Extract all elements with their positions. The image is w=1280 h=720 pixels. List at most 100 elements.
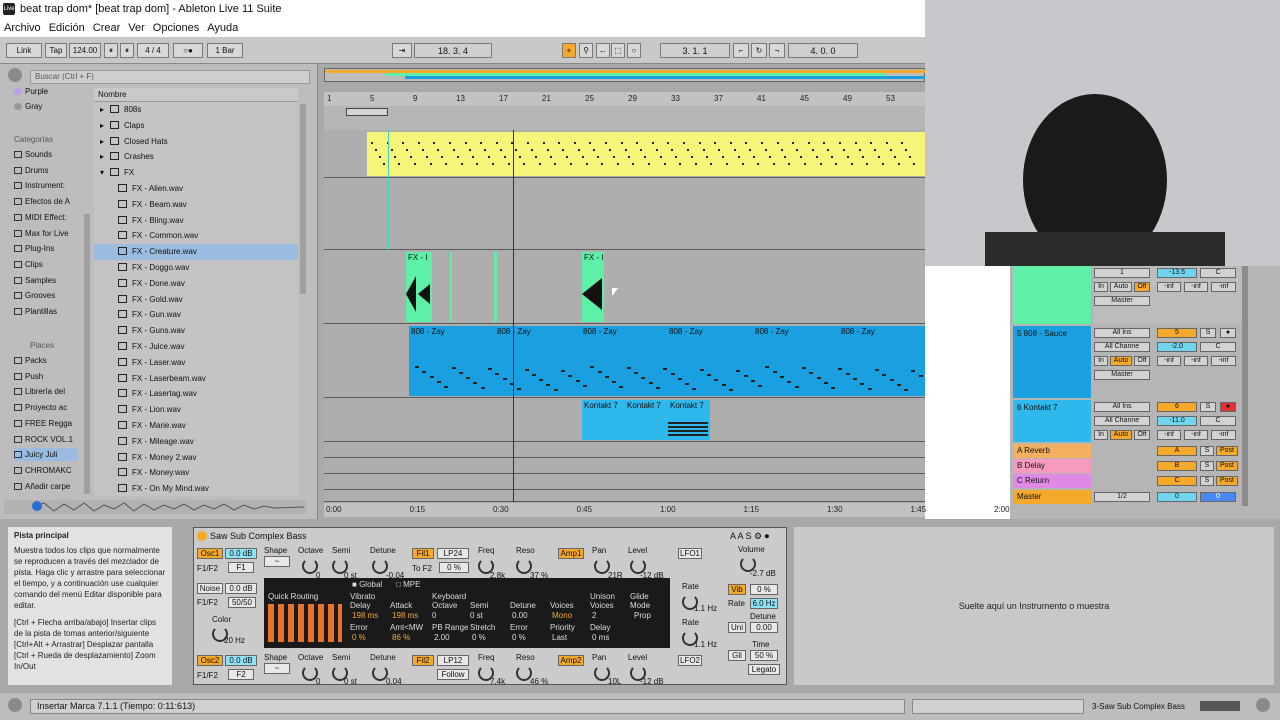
browser-item[interactable]: ▸ Crashes <box>94 149 298 165</box>
browser-item[interactable]: FX - Bling.wav <box>94 213 298 229</box>
place-4[interactable]: FREE Regga <box>14 417 78 430</box>
browser-item[interactable]: FX - Money.wav <box>94 465 298 481</box>
fx-monitor-off[interactable]: Off <box>1134 282 1150 292</box>
return-a-solo[interactable]: S <box>1200 446 1214 456</box>
browser-item[interactable]: FX - Money 2.wav <box>94 450 298 466</box>
return-b-name[interactable]: B Delay <box>1013 459 1091 473</box>
category-7[interactable]: Clips <box>14 258 78 271</box>
return-b-solo[interactable]: S <box>1200 461 1214 471</box>
category-10[interactable]: Plantillas <box>14 305 78 318</box>
osc1-toggle[interactable]: Osc1 <box>197 548 223 559</box>
lfo1-toggle[interactable]: LFO1 <box>678 548 702 559</box>
noise-gain[interactable]: 0.0 dB <box>225 583 257 594</box>
menu-opciones[interactable]: Opciones <box>153 19 199 37</box>
browser-item[interactable]: ▸ 808s <box>94 102 298 118</box>
return-c-name[interactable]: C Return <box>1013 474 1091 488</box>
lfo2-toggle[interactable]: LFO2 <box>678 655 702 666</box>
time-ruler[interactable]: 0:00 0:15 0:30 0:45 1:00 1:15 1:30 1:45 2:00 <box>324 503 1010 517</box>
bass-clip[interactable]: 808 - Zay 808 - Zay 808 - Zay 808 - Zay 808 … <box>409 326 925 396</box>
master-track-name[interactable]: Master <box>1013 490 1091 504</box>
browser-item[interactable]: FX - Lasertag.wav <box>94 386 298 402</box>
lane-fx[interactable]: FX - I FX - I <box>324 250 925 324</box>
time-signature-field[interactable]: 4 / 4 <box>137 43 169 58</box>
category-3[interactable]: Efectos de A <box>14 195 78 208</box>
quantize-menu[interactable]: 1 Bar <box>207 43 243 58</box>
vibrato-attack[interactable]: 198 ms <box>392 611 418 620</box>
track-6-monitor-in[interactable]: In <box>1094 430 1108 440</box>
lane-return-a[interactable] <box>324 442 925 458</box>
track-6-activator[interactable]: 6 <box>1157 402 1197 412</box>
lane-kontakt[interactable]: Kontakt 7 Kontakt 7 Kontakt 7 <box>324 398 925 442</box>
browser-item[interactable]: ▸ Closed Hats <box>94 134 298 150</box>
pb-range[interactable]: 2.00 <box>434 633 450 642</box>
loop-brace-lane[interactable] <box>324 106 925 130</box>
track-5-name[interactable]: 5 808 - Sauce <box>1013 326 1091 342</box>
track-5-monitor-in[interactable]: In <box>1094 356 1108 366</box>
menu-crear[interactable]: Crear <box>93 19 121 37</box>
capture-icon[interactable]: ⬚ <box>611 43 625 58</box>
browser-item[interactable]: FX - Guns.wav <box>94 323 298 339</box>
fx-track-route-select[interactable]: 1 <box>1094 268 1150 278</box>
vibrato-delay[interactable]: 198 ms <box>352 611 378 620</box>
browser-item[interactable]: FX - Mileage.wav <box>94 434 298 450</box>
amp1-toggle[interactable]: Amp1 <box>558 548 584 559</box>
chevron-right-icon[interactable]: ▸ <box>100 102 110 117</box>
tempo-field[interactable]: 124.00 <box>69 43 101 58</box>
device-on-icon[interactable] <box>197 531 207 541</box>
place-8[interactable]: Añadir carpe <box>14 480 78 493</box>
menu-ayuda[interactable]: Ayuda <box>207 19 238 37</box>
unison-voices[interactable]: 2 <box>592 611 596 620</box>
browser-item[interactable]: FX - Lion.wav <box>94 402 298 418</box>
menu-edicion[interactable]: Edición <box>49 19 85 37</box>
color-tag-purple[interactable]: Purple <box>14 85 78 98</box>
browser-item[interactable]: FX - Gun.wav <box>94 307 298 323</box>
category-5[interactable]: Max for Live <box>14 227 78 240</box>
master-route[interactable]: 1/2 <box>1094 492 1150 502</box>
track-5-input[interactable]: All Ins <box>1094 328 1150 338</box>
loop-length-field[interactable]: 4. 0. 0 <box>788 43 858 58</box>
global-tab[interactable]: ■ Global <box>352 580 382 589</box>
fil1-type[interactable]: LP24 <box>437 548 469 559</box>
sidebar-scrollbar[interactable] <box>84 214 90 494</box>
browser-item[interactable]: ▾ FX <box>94 165 298 181</box>
kb-detune[interactable]: 0.00 <box>512 611 528 620</box>
kb-semi[interactable]: 0 st <box>470 611 483 620</box>
return-c-activator[interactable]: C <box>1157 476 1197 486</box>
priority-select[interactable]: Last <box>552 633 567 642</box>
uni-toggle[interactable]: Uni <box>728 622 746 633</box>
unison-delay[interactable]: 0 ms <box>592 633 609 642</box>
lane-empty[interactable] <box>324 178 925 250</box>
fx-monitor-in[interactable]: In <box>1094 282 1108 292</box>
category-8[interactable]: Samples <box>14 274 78 287</box>
browser-item[interactable]: FX - Laser.wav <box>94 355 298 371</box>
metronome-button[interactable]: ○● <box>173 43 203 58</box>
automation-arm-icon[interactable]: ⚲ <box>579 43 593 58</box>
loop-switch-icon[interactable]: ↻ <box>751 43 767 58</box>
quick-routing-matrix[interactable] <box>268 604 342 642</box>
detail-toggle-icon[interactable] <box>1256 698 1270 712</box>
uni-detune[interactable]: 0.00 <box>750 622 778 633</box>
loop-start-field[interactable]: 3. 1. 1 <box>660 43 730 58</box>
return-c-post[interactable]: Post <box>1216 476 1238 486</box>
lane-bass[interactable]: 808 - Zay 808 - Zay 808 - Zay 808 - Zay 808 … <box>324 324 925 398</box>
overview-bar[interactable] <box>324 68 926 82</box>
browser-item[interactable]: FX - Laserbeam.wav <box>94 371 298 387</box>
vibrato-amount[interactable]: 86 % <box>392 633 410 642</box>
place-3[interactable]: Proyecto ac <box>14 401 78 414</box>
fx-output-select[interactable]: Master <box>1094 296 1150 306</box>
follow-icon[interactable]: ⇥ <box>392 43 412 58</box>
browser-item[interactable]: FX - Gold.wav <box>94 292 298 308</box>
amp2-toggle[interactable]: Amp2 <box>558 655 584 666</box>
kontakt-clip[interactable]: Kontakt 7 Kontakt 7 Kontakt 7 <box>582 400 710 440</box>
browser-item[interactable]: FX - On My Mind.wav <box>94 481 298 496</box>
vibrato-error[interactable]: 0 % <box>352 633 366 642</box>
track-5-pan[interactable]: C <box>1200 342 1236 352</box>
place-7[interactable]: CHROMAKC <box>14 464 78 477</box>
return-b-post[interactable]: Post <box>1216 461 1238 471</box>
beat-time-ruler[interactable]: 1 5 9 13 17 21 25 29 33 37 41 45 49 53 <box>324 92 925 106</box>
fx-track-pan[interactable]: C <box>1200 268 1236 278</box>
fil1-toggle[interactable]: Fil1 <box>412 548 434 559</box>
browser-item[interactable]: FX - Alien.wav <box>94 181 298 197</box>
category-6[interactable]: Plug-Ins <box>14 242 78 255</box>
category-0[interactable]: Sounds <box>14 148 78 161</box>
